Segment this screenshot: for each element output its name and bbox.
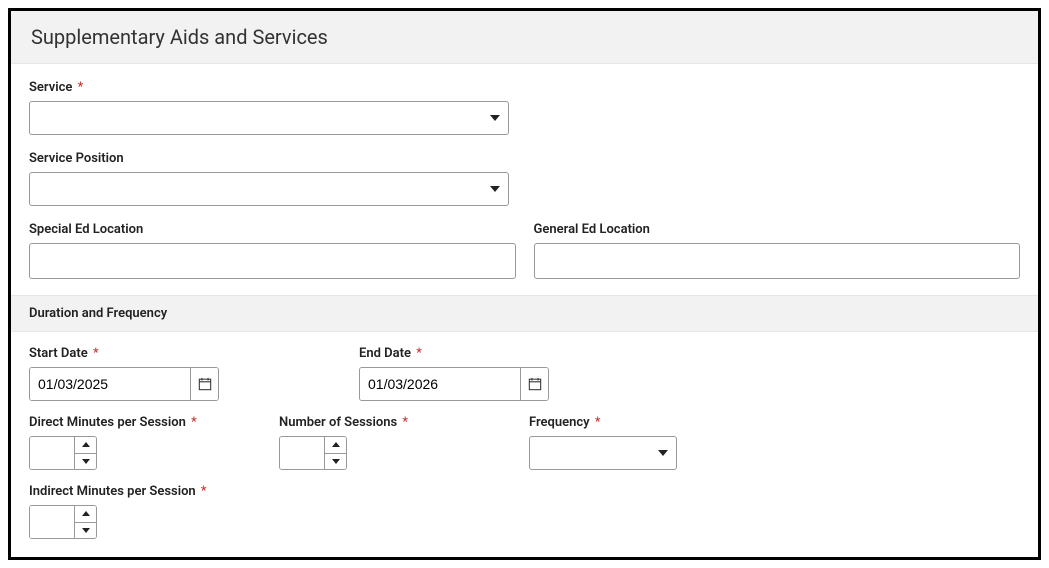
direct-minutes-group: Direct Minutes per Session * xyxy=(29,415,279,470)
frequency-select-wrap xyxy=(529,436,677,470)
required-asterisk: * xyxy=(201,484,207,499)
start-date-input[interactable] xyxy=(30,368,190,400)
number-sessions-label-text: Number of Sessions xyxy=(279,415,397,430)
number-sessions-increment-button[interactable] xyxy=(325,437,346,454)
sessions-row: Direct Minutes per Session * Number of S… xyxy=(29,401,1020,484)
frequency-group: Frequency * xyxy=(529,415,1020,470)
end-date-calendar-button[interactable] xyxy=(520,368,548,400)
special-ed-location-input[interactable] xyxy=(29,243,516,279)
locations-row: Special Ed Location General Ed Location xyxy=(29,222,1020,279)
service-position-field-group: Service Position xyxy=(29,151,1020,206)
page-title: Supplementary Aids and Services xyxy=(11,11,1038,64)
direct-minutes-label: Direct Minutes per Session * xyxy=(29,415,279,430)
end-date-input[interactable] xyxy=(360,368,520,400)
chevron-up-icon xyxy=(82,511,90,516)
end-date-label: End Date * xyxy=(359,346,1020,361)
frequency-label: Frequency * xyxy=(529,415,1020,430)
number-sessions-input[interactable] xyxy=(280,437,324,469)
service-select-wrap xyxy=(29,101,509,135)
required-asterisk: * xyxy=(93,346,99,361)
calendar-icon xyxy=(198,377,212,391)
general-ed-location-group: General Ed Location xyxy=(534,222,1021,279)
frequency-select[interactable] xyxy=(530,437,676,469)
indirect-minutes-decrement-button[interactable] xyxy=(75,523,96,539)
direct-minutes-spinner xyxy=(29,436,97,470)
service-field-group: Service * xyxy=(29,80,1020,135)
service-position-label: Service Position xyxy=(29,151,1020,166)
direct-minutes-input[interactable] xyxy=(30,437,74,469)
general-ed-location-input[interactable] xyxy=(534,243,1021,279)
number-sessions-spinner xyxy=(279,436,347,470)
indirect-minutes-label: Indirect Minutes per Session * xyxy=(29,484,1020,499)
indirect-minutes-increment-button[interactable] xyxy=(75,506,96,523)
direct-minutes-increment-button[interactable] xyxy=(75,437,96,454)
chevron-down-icon xyxy=(332,459,340,464)
chevron-down-icon xyxy=(82,459,90,464)
service-label-text: Service xyxy=(29,80,72,95)
required-asterisk: * xyxy=(402,415,408,430)
service-position-select[interactable] xyxy=(30,173,508,205)
required-asterisk: * xyxy=(78,80,84,95)
frequency-label-text: Frequency xyxy=(529,415,590,430)
chevron-up-icon xyxy=(332,442,340,447)
direct-minutes-spin-controls xyxy=(74,437,96,469)
special-ed-location-group: Special Ed Location xyxy=(29,222,516,279)
duration-frequency-header: Duration and Frequency xyxy=(11,295,1038,332)
start-date-calendar-button[interactable] xyxy=(190,368,218,400)
start-date-label-text: Start Date xyxy=(29,346,88,361)
indirect-minutes-row: Indirect Minutes per Session * xyxy=(29,484,1020,557)
number-sessions-decrement-button[interactable] xyxy=(325,454,346,470)
general-ed-location-label: General Ed Location xyxy=(534,222,1021,237)
indirect-minutes-spin-controls xyxy=(74,506,96,538)
indirect-minutes-label-text: Indirect Minutes per Session xyxy=(29,484,196,499)
date-row: Start Date * xyxy=(29,332,1020,401)
calendar-icon xyxy=(528,377,542,391)
number-sessions-spin-controls xyxy=(324,437,346,469)
direct-minutes-decrement-button[interactable] xyxy=(75,454,96,470)
indirect-minutes-spinner xyxy=(29,505,97,539)
form-body: Service * Service Position Special Ed Lo… xyxy=(11,64,1038,557)
end-date-label-text: End Date xyxy=(359,346,411,361)
indirect-minutes-input[interactable] xyxy=(30,506,74,538)
start-date-label: Start Date * xyxy=(29,346,359,361)
start-date-group: Start Date * xyxy=(29,346,359,401)
end-date-input-group xyxy=(359,367,549,401)
service-position-select-wrap xyxy=(29,172,509,206)
service-select[interactable] xyxy=(30,102,508,134)
chevron-up-icon xyxy=(82,442,90,447)
required-asterisk: * xyxy=(191,415,197,430)
number-sessions-label: Number of Sessions * xyxy=(279,415,529,430)
special-ed-location-label: Special Ed Location xyxy=(29,222,516,237)
form-panel: Supplementary Aids and Services Service … xyxy=(8,8,1041,560)
start-date-input-group xyxy=(29,367,219,401)
service-label: Service * xyxy=(29,80,1020,95)
required-asterisk: * xyxy=(416,346,422,361)
chevron-down-icon xyxy=(82,528,90,533)
end-date-group: End Date * xyxy=(359,346,1020,401)
number-sessions-group: Number of Sessions * xyxy=(279,415,529,470)
direct-minutes-label-text: Direct Minutes per Session xyxy=(29,415,186,430)
required-asterisk: * xyxy=(595,415,601,430)
